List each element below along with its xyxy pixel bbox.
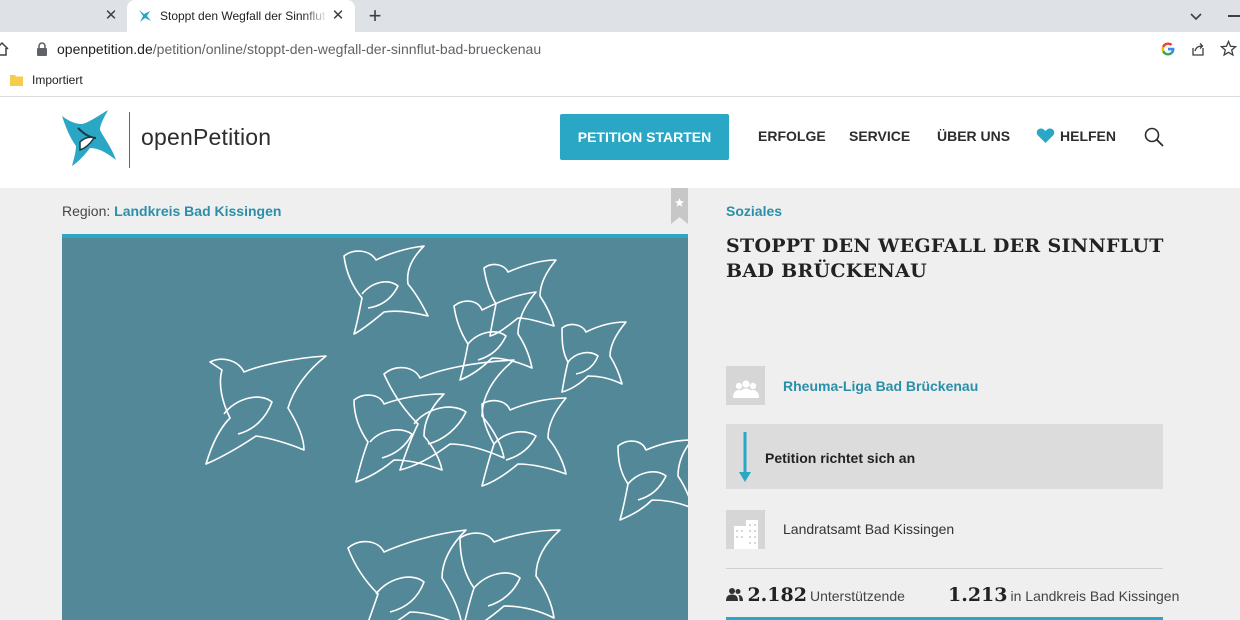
- petition-title: STOPPT DEN WEGFALL DER SINNFLUT BAD BRÜC…: [726, 235, 1164, 282]
- region-label: Region:: [62, 203, 111, 219]
- close-previous-tab-icon[interactable]: ✕: [102, 7, 120, 25]
- home-icon[interactable]: [0, 41, 10, 57]
- share-icon[interactable]: [1190, 41, 1206, 57]
- star-icon[interactable]: [1220, 40, 1237, 57]
- people-icon: [726, 588, 743, 601]
- browser-tabstrip: ✕ Stoppt den Wegfall der Sinnflut Bad Br…: [0, 0, 1240, 32]
- supporters-count: 2.182: [747, 584, 807, 606]
- bookmark-ribbon-icon[interactable]: [671, 188, 688, 224]
- region-line: Region: Landkreis Bad Kissingen: [62, 203, 281, 219]
- heart-icon: [1036, 128, 1055, 143]
- nav-helfen-label: HELFEN: [1060, 128, 1116, 144]
- category-link[interactable]: Soziales: [726, 203, 782, 219]
- new-tab-button[interactable]: +: [364, 4, 386, 28]
- start-petition-button[interactable]: PETITION STARTEN: [560, 114, 729, 160]
- nav-erfolge[interactable]: ERFOLGE: [758, 128, 826, 144]
- bookmark-folder-importiert[interactable]: Importiert: [32, 73, 83, 87]
- openpetition-favicon-icon: [139, 10, 151, 22]
- region-link[interactable]: Landkreis Bad Kissingen: [114, 203, 281, 219]
- lock-icon[interactable]: [36, 42, 48, 56]
- petition-hero-image: [62, 234, 688, 620]
- url-field[interactable]: openpetition.de/petition/online/stoppt-d…: [57, 41, 541, 57]
- tab-title: Stoppt den Wegfall der Sinnflut Bad Brüc…: [160, 9, 328, 23]
- search-icon[interactable]: [1144, 127, 1164, 147]
- region-supporters-stat: 1.213 in Landkreis Bad Kissingen: [948, 584, 1179, 606]
- flying-birds-illustration: [205, 245, 688, 620]
- addressee-box: Petition richtet sich an: [726, 424, 1163, 489]
- nav-helfen[interactable]: HELFEN: [1036, 128, 1116, 144]
- minimize-window-icon[interactable]: [1228, 15, 1240, 17]
- group-avatar-icon[interactable]: [726, 366, 765, 405]
- bookmarks-bar: Importiert: [0, 66, 1240, 97]
- nav-ueber-uns[interactable]: ÜBER UNS: [937, 128, 1010, 144]
- supporters-stat: 2.182 Unterstützende: [726, 584, 905, 606]
- building-icon: [726, 510, 765, 549]
- arrow-down-icon: [739, 432, 751, 482]
- browser-tab-active[interactable]: Stoppt den Wegfall der Sinnflut Bad Brüc…: [127, 0, 355, 32]
- close-tab-icon[interactable]: ✕: [329, 7, 347, 25]
- petition-main: Region: Landkreis Bad Kissingen Soziales…: [0, 188, 1240, 620]
- folder-icon[interactable]: [10, 74, 23, 86]
- url-path: /petition/online/stoppt-den-wegfall-der-…: [152, 41, 542, 57]
- chevron-down-icon[interactable]: [1186, 6, 1206, 26]
- organizer-link[interactable]: Rheuma-Liga Bad Brückenau: [783, 378, 978, 394]
- site-header: openPetition PETITION STARTEN ERFOLGE SE…: [0, 98, 1240, 188]
- logo-divider: [129, 112, 130, 168]
- divider: [726, 568, 1163, 569]
- browser-toolbar: openpetition.de/petition/online/stoppt-d…: [0, 32, 1240, 66]
- addressee-label: Petition richtet sich an: [765, 450, 916, 466]
- supporters-label: Unterstützende: [809, 588, 905, 604]
- google-icon[interactable]: [1160, 41, 1176, 57]
- nav-service[interactable]: SERVICE: [849, 128, 910, 144]
- openpetition-logo-icon[interactable]: [60, 108, 118, 168]
- addressee-name: Landratsamt Bad Kissingen: [783, 521, 955, 537]
- region-supporters-label: in Landkreis Bad Kissingen: [1010, 588, 1180, 604]
- region-supporters-count: 1.213: [948, 584, 1008, 606]
- logo-text[interactable]: openPetition: [141, 124, 271, 151]
- url-host: openpetition.de: [57, 41, 153, 57]
